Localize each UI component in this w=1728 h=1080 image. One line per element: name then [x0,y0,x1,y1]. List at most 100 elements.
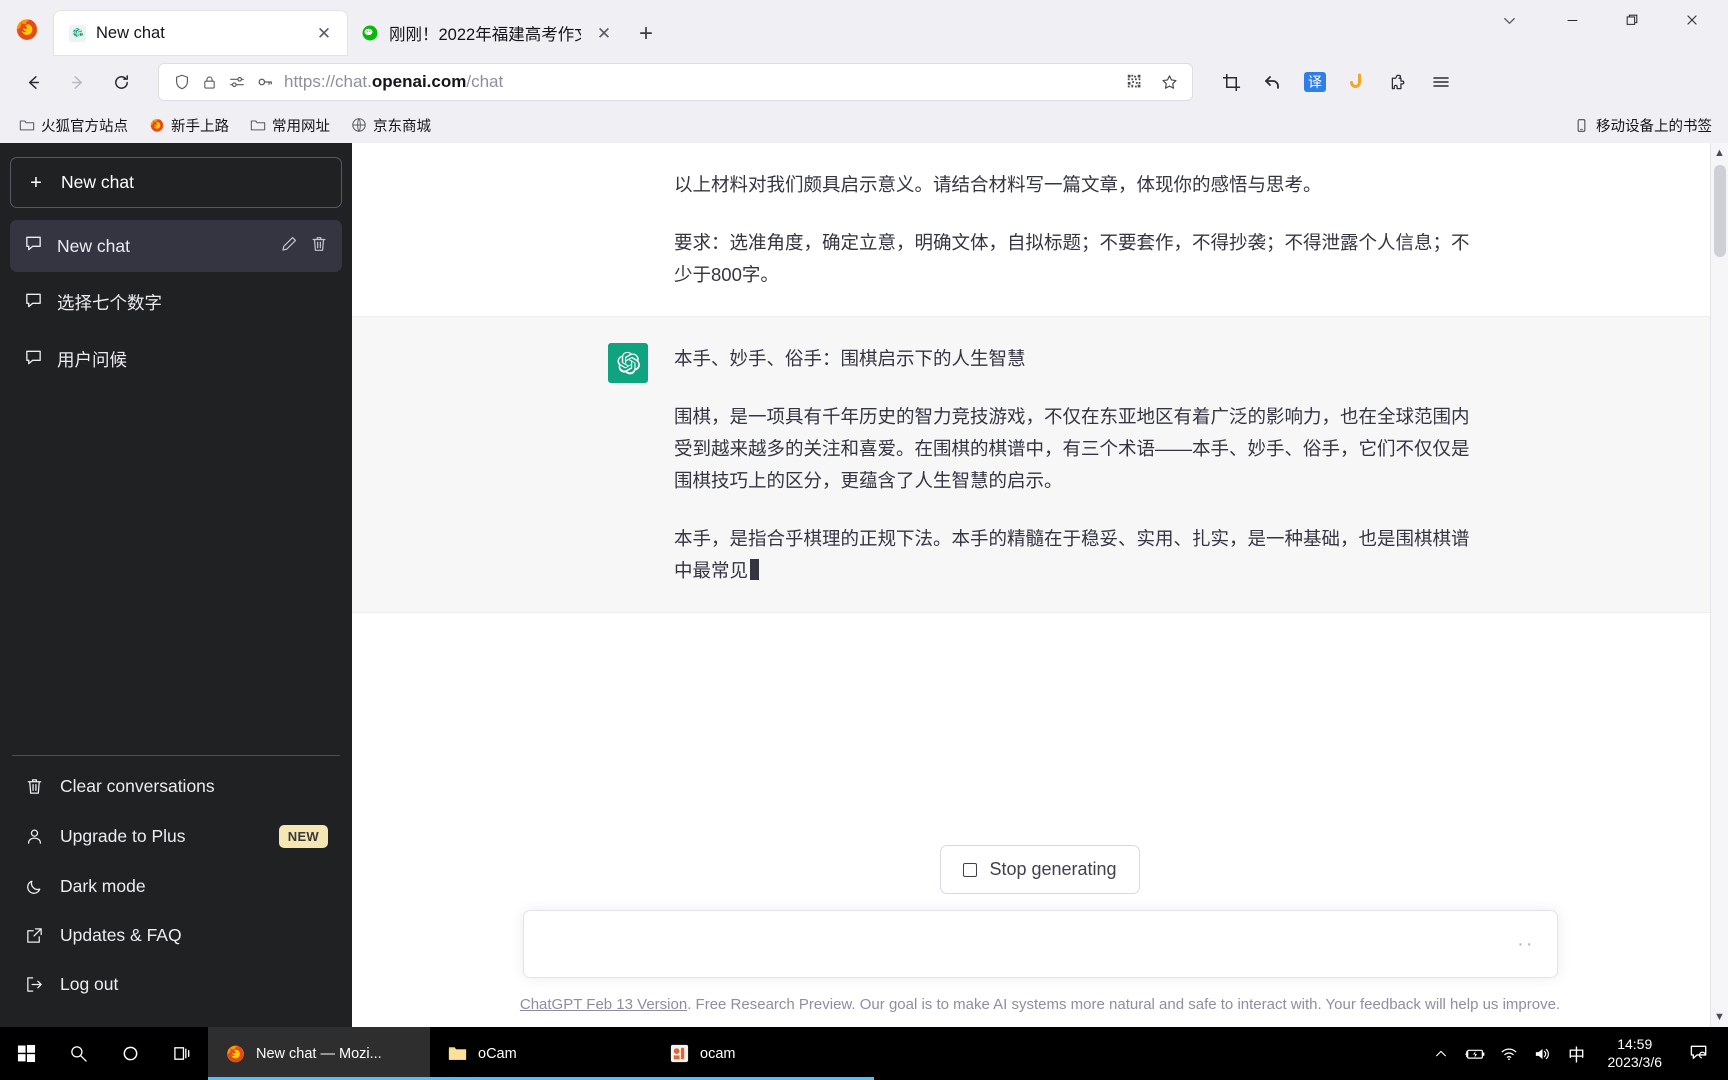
task-view-icon[interactable] [156,1027,208,1080]
scrollbar-thumb[interactable] [1714,165,1726,257]
wifi-icon[interactable] [1492,1027,1526,1080]
address-bar-actions [1120,67,1184,97]
app-menu-icon[interactable] [1421,63,1461,101]
external-link-icon [24,926,44,945]
new-chat-label: New chat [61,172,134,192]
disclaimer-text: . Free Research Preview. Our goal is to … [687,996,1561,1013]
system-tray: 中 14:59 2023/3/6 [1424,1027,1728,1080]
reload-icon[interactable] [100,63,142,101]
page-scrollbar[interactable]: ▲ ▼ [1710,143,1728,1027]
bookmarks-toolbar: 火狐官方站点 新手上路 常用网址 京东商城 移动设备上的书签 [0,107,1728,143]
scroll-down-icon[interactable]: ▼ [1711,1007,1728,1027]
conversation-item[interactable]: 用户问候 [10,333,342,386]
stop-generating-row: Stop generating [352,831,1728,910]
bookmark-label: 京东商城 [373,118,431,135]
user-icon [24,827,44,846]
sidebar-item-label: Updates & FAQ [60,925,182,945]
bookmark-item[interactable]: 京东商城 [342,111,439,140]
sidebar-item-clear-conversations[interactable]: Clear conversations [10,762,342,811]
bookmark-label: 新手上路 [171,118,229,135]
tab-strip: New chat ✕ 刚刚！2022年福建高考作文题出 ✕ + [0,0,1728,57]
sidebar-item-log-out[interactable]: Log out [10,960,342,1009]
stop-generating-button[interactable]: Stop generating [940,845,1140,894]
conversation-title: 用户问候 [57,350,127,370]
url-text: https://chat.openai.com/chat [284,72,504,91]
taskbar-clock[interactable]: 14:59 2023/3/6 [1594,1036,1677,1070]
sidebar-item-upgrade-to-plus[interactable]: Upgrade to Plus NEW [10,811,342,862]
browser-tab-active[interactable]: New chat ✕ [54,11,347,55]
bookmark-label: 火狐官方站点 [41,118,128,135]
mobile-icon [1573,117,1590,134]
permissions-icon[interactable] [228,73,246,91]
lock-icon[interactable] [201,74,218,91]
shield-icon[interactable] [173,73,191,91]
chat-bubble-icon [24,348,43,372]
sidebar-item-label: Upgrade to Plus [60,826,186,846]
action-center-icon[interactable] [1676,1027,1722,1080]
address-bar[interactable]: https://chat.openai.com/chat [158,63,1193,101]
chat-bubble-icon [24,234,43,258]
maximize-button[interactable] [1602,0,1662,40]
user-paragraph-1: 以上材料对我们颇具启示意义。请结合材料写一篇文章，体现你的感悟与思考。 [674,174,1322,195]
bookmark-label: 常用网址 [272,118,330,135]
conversation-title: New chat [57,235,130,256]
bookmark-item[interactable]: 常用网址 [241,111,338,140]
new-tab-button[interactable]: + [627,15,665,53]
openai-icon [68,24,86,42]
close-window-button[interactable] [1662,0,1722,40]
chevron-up-icon[interactable] [1424,1027,1458,1080]
taskbar-app-ocam-folder[interactable]: oCam [430,1027,652,1080]
start-icon[interactable] [0,1027,52,1080]
assistant-message: 本手、妙手、俗手：围棋启示下的人生智慧 围棋，是一项具有千年历史的智力竞技游戏，… [352,316,1728,614]
firefox-icon [148,117,165,134]
assistant-title: 本手、妙手、俗手：围棋启示下的人生智慧 [674,348,1026,370]
hook-icon[interactable] [1337,63,1377,101]
conversation-item-active[interactable]: New chat [10,220,342,272]
list-all-tabs-icon[interactable] [1476,0,1542,40]
edit-icon[interactable] [280,235,298,258]
crop-icon[interactable] [1211,63,1251,101]
minimize-button[interactable] [1542,0,1602,40]
logout-icon [24,975,44,994]
back-icon[interactable] [12,63,54,101]
new-chat-button[interactable]: + New chat [10,157,342,208]
bookmark-star-icon[interactable] [1154,67,1184,97]
conversation-actions [280,235,328,258]
typing-caret [750,558,760,580]
bookmark-item[interactable]: 新手上路 [140,111,237,140]
version-link[interactable]: ChatGPT Feb 13 Version [520,996,687,1013]
sidebar-item-updates-faq[interactable]: Updates & FAQ [10,911,342,960]
close-icon[interactable]: ✕ [311,20,337,46]
browser-tab-inactive[interactable]: 刚刚！2022年福建高考作文题出 ✕ [347,11,627,55]
sidebar-divider [12,755,340,756]
undo-icon[interactable] [1253,63,1293,101]
search-icon[interactable] [52,1027,104,1080]
qr-code-icon[interactable] [1120,67,1150,97]
avatar [608,169,648,209]
browser-toolbar-icons: 译 [1211,63,1461,101]
conversation-item[interactable]: 选择七个数字 [10,276,342,329]
extensions-icon[interactable] [1379,63,1419,101]
prompt-input-row: ·· [352,910,1728,978]
battery-charging-icon[interactable] [1458,1027,1492,1080]
sidebar-item-dark-mode[interactable]: Dark mode [10,862,342,911]
prompt-input[interactable]: ·· [522,910,1558,978]
clock-time: 14:59 [1617,1036,1653,1053]
key-icon[interactable] [256,73,274,91]
message-thread: 以上材料对我们颇具启示意义。请结合材料写一篇文章，体现你的感悟与思考。 要求：选… [352,143,1728,831]
close-icon[interactable]: ✕ [591,20,617,46]
translate-icon[interactable]: 译 [1295,63,1335,101]
taskbar-app-label: oCam [478,1045,517,1062]
mobile-bookmarks[interactable]: 移动设备上的书签 [1573,115,1718,136]
scroll-up-icon[interactable]: ▲ [1711,143,1728,163]
taskbar-app-firefox[interactable]: New chat — Mozi... [208,1027,430,1080]
volume-icon[interactable] [1526,1027,1560,1080]
trash-icon[interactable] [310,235,328,258]
message-body: 本手、妙手、俗手：围棋启示下的人生智慧 围棋，是一项具有千年历史的智力竞技游戏，… [674,343,1472,586]
taskbar-app-ocam[interactable]: ocam [652,1027,874,1080]
sidebar-menu: Clear conversations Upgrade to Plus NEW … [10,762,342,1017]
cortana-icon[interactable] [104,1027,156,1080]
forward-icon [56,63,98,101]
bookmark-item[interactable]: 火狐官方站点 [10,111,136,140]
ime-indicator[interactable]: 中 [1560,1027,1594,1080]
